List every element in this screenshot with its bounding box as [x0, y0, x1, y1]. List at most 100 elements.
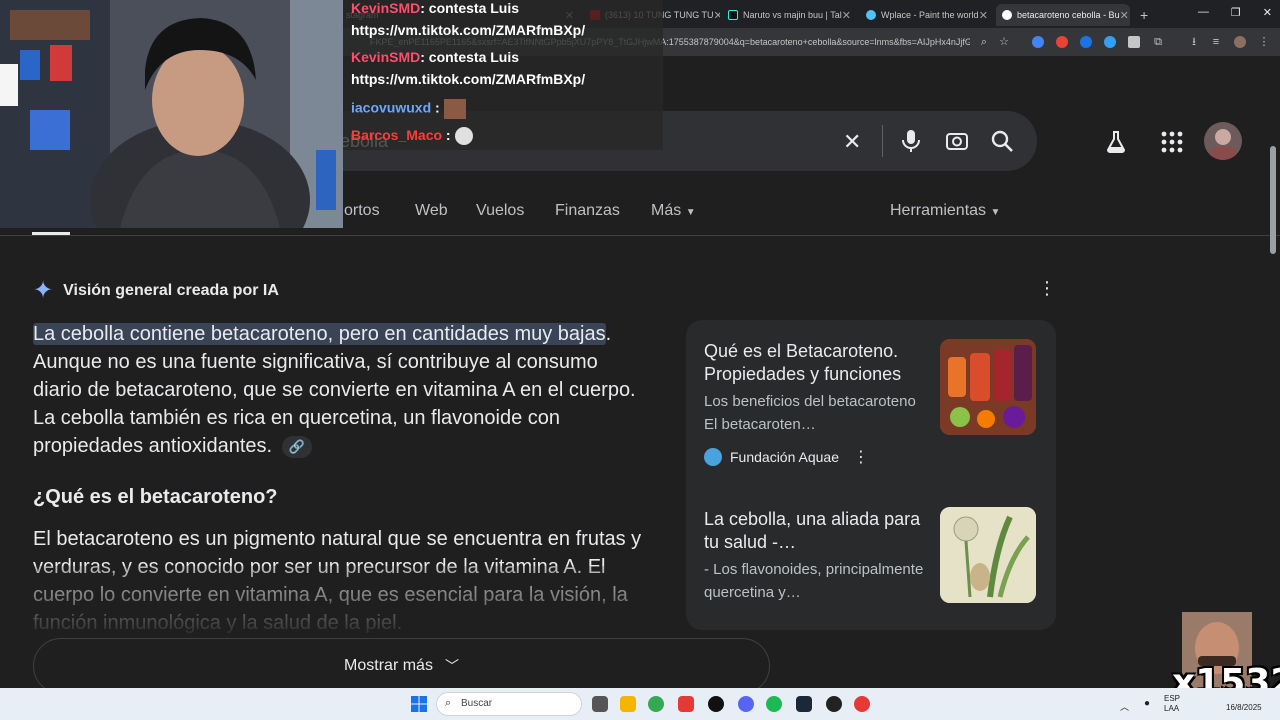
task-view-icon[interactable]	[592, 696, 608, 712]
labs-flask-icon[interactable]	[1104, 130, 1128, 159]
fade-overlay	[0, 566, 680, 636]
scrollbar-thumb[interactable]	[1270, 146, 1276, 254]
juice-thumbnail[interactable]	[940, 339, 1036, 435]
steam-icon[interactable]	[796, 696, 812, 712]
restore-icon[interactable]: ❐	[1231, 6, 1241, 19]
microphone-icon[interactable]	[900, 129, 922, 159]
tab-wplace[interactable]: Wplace - Paint the world ✕	[860, 4, 994, 26]
taskbar-search-placeholder: Buscar	[461, 698, 493, 709]
more-options-icon[interactable]: ⋮	[853, 447, 869, 467]
windows-taskbar: ⌕ Buscar ︿ ● ESP LAA 16/8/2025	[0, 688, 1280, 720]
account-avatar[interactable]	[1204, 122, 1242, 160]
link-icon[interactable]: 🔗	[281, 435, 312, 458]
tools-button[interactable]: Herramientas ▼	[890, 202, 1000, 220]
chat-text: :	[442, 127, 451, 143]
search-divider	[882, 125, 883, 157]
search-icon: ⌕	[445, 697, 452, 709]
app-icon[interactable]	[678, 696, 694, 712]
taskbar-clock[interactable]: 16/8/2025	[1226, 693, 1262, 713]
spotify-icon[interactable]	[766, 696, 782, 712]
chat-username: KevinSMD	[351, 0, 421, 16]
lens-camera-icon[interactable]	[945, 129, 969, 159]
clear-icon[interactable]: ✕	[843, 129, 861, 155]
taskbar-search[interactable]: ⌕ Buscar	[436, 692, 582, 716]
search-icon[interactable]	[990, 129, 1014, 159]
opera-icon[interactable]	[854, 696, 870, 712]
tab-shorts[interactable]: ortos	[344, 202, 380, 220]
tab-web[interactable]: Web	[415, 202, 448, 220]
source-title[interactable]: Qué es el Betacaroteno. Propiedades y fu…	[704, 340, 922, 386]
discord-icon[interactable]	[738, 696, 754, 712]
app-icon[interactable]	[826, 696, 842, 712]
tab-flights[interactable]: Vuelos	[476, 202, 524, 220]
chat-text: https://vm.tiktok.com/ZMARfmBXp/	[351, 71, 586, 87]
google-icon	[1002, 10, 1012, 20]
caret-down-icon: ▼	[685, 207, 696, 218]
site-favicon-icon	[704, 448, 722, 466]
windows-start-icon[interactable]	[411, 696, 427, 712]
close-icon[interactable]: ✕	[1120, 9, 1129, 22]
onion-illustration-thumbnail[interactable]	[940, 507, 1036, 603]
extensions-puzzle-icon[interactable]: ⧉	[1150, 34, 1166, 50]
new-tab-button[interactable]: +	[1134, 4, 1154, 26]
minimize-icon[interactable]: —	[1198, 6, 1209, 19]
close-icon[interactable]: ✕	[842, 9, 851, 22]
chat-message: KevinSMD: contesta Luis	[351, 49, 519, 65]
chat-text: : contesta Luis	[420, 49, 520, 65]
extension-icon[interactable]	[1104, 36, 1116, 48]
apps-grid-icon[interactable]	[1160, 130, 1184, 159]
webcam-overlay	[0, 0, 343, 228]
close-icon[interactable]: ✕	[979, 9, 988, 22]
tools-label: Herramientas	[890, 202, 987, 219]
file-explorer-icon[interactable]	[620, 696, 636, 712]
source-site-name: Fundación Aquae	[730, 449, 839, 465]
extension-icon[interactable]	[1080, 36, 1092, 48]
language-code: ESP	[1164, 694, 1181, 703]
source-description: Los beneficios del betacaroteno El betac…	[704, 393, 916, 433]
chat-message: https://vm.tiktok.com/ZMARfmBXp/	[351, 71, 585, 87]
emote-icon	[443, 99, 466, 119]
more-options-icon[interactable]: ⋮	[1038, 278, 1056, 299]
globe-icon	[866, 10, 876, 20]
extension-icon[interactable]	[1056, 36, 1068, 48]
stream-chat-overlay: KevinSMD: contesta Luis https://vm.tikto…	[343, 0, 663, 150]
show-more-label: Mostrar más	[344, 657, 433, 674]
close-window-icon[interactable]: ✕	[1263, 6, 1272, 19]
tab-more-label: Más	[651, 202, 682, 219]
profile-avatar[interactable]	[1234, 36, 1246, 48]
tab-tiktok[interactable]: Naruto vs majin buu | Tal ✕	[722, 4, 854, 26]
caret-down-icon: ▼	[990, 207, 1001, 218]
keyboard-layout: LAA	[1164, 704, 1180, 713]
window-controls: — ❐ ✕	[1198, 6, 1272, 19]
extension-icon[interactable]	[1128, 36, 1140, 48]
bookmark-star-icon[interactable]: ☆	[996, 34, 1012, 50]
tab-label: Wplace - Paint the world	[881, 10, 979, 20]
chat-username: KevinSMD	[351, 49, 421, 65]
chrome-icon[interactable]	[648, 696, 664, 712]
app-icon[interactable]	[708, 696, 724, 712]
ai-overview-title: Visión general creada por IA	[63, 281, 279, 299]
close-icon[interactable]: ✕	[714, 9, 720, 22]
tab-more[interactable]: Más ▼	[651, 202, 696, 220]
extension-icon[interactable]	[1032, 36, 1044, 48]
tray-icon[interactable]: ●	[1144, 698, 1150, 709]
tray-chevron-icon[interactable]: ︿	[1120, 700, 1129, 713]
source-title[interactable]: La cebolla, una aliada para tu salud -…	[704, 508, 922, 554]
chat-username: Barcos_Maco	[351, 127, 443, 143]
download-icon[interactable]: ⭳	[1186, 34, 1202, 50]
tab-finance[interactable]: Finanzas	[555, 202, 620, 220]
chat-message: KevinSMD: contesta Luis	[351, 0, 519, 16]
zoom-icon[interactable]: ⌕	[976, 34, 992, 50]
chat-text: :	[431, 99, 440, 116]
tab-google-active[interactable]: betacaroteno cebolla - Bu ✕	[996, 4, 1130, 26]
emote-icon	[454, 127, 473, 146]
show-more-button[interactable]: Mostrar más ﹀	[33, 638, 770, 694]
menu-dots-icon[interactable]: ⋮	[1256, 34, 1272, 50]
tab-label: betacaroteno cebolla - Bu	[1017, 10, 1120, 20]
chat-message: Barcos_Maco :	[351, 127, 473, 146]
tiktok-icon	[728, 10, 738, 20]
language-indicator[interactable]: ESP LAA	[1164, 694, 1180, 714]
source-site[interactable]: Fundación Aquae ⋮	[704, 447, 869, 467]
media-control-icon[interactable]: ≡	[1208, 34, 1224, 50]
ai-subheading: ¿Qué es el betacaroteno?	[33, 486, 278, 508]
